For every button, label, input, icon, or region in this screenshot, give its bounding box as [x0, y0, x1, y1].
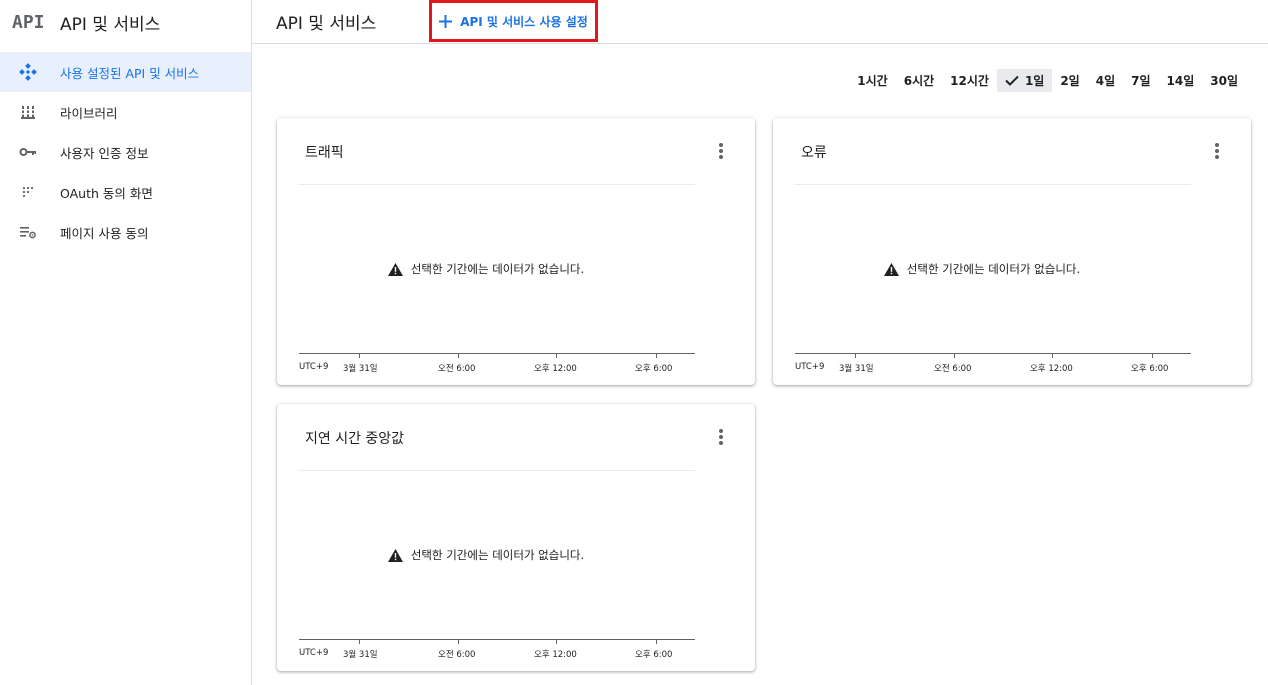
sidebar-item-oauth-consent[interactable]: OAuth 동의 화면 — [0, 172, 251, 212]
range-1d-label: 1일 — [1024, 74, 1045, 88]
warning-icon — [387, 548, 403, 562]
card-title: 트래픽 — [305, 145, 344, 161]
axis-tick — [556, 639, 557, 644]
range-14d[interactable]: 14일 — [1159, 69, 1203, 92]
enable-apis-button[interactable]: API 및 서비스 사용 설정 — [429, 0, 598, 42]
more-vert-icon[interactable] — [1209, 141, 1225, 161]
check-icon — [1005, 75, 1019, 86]
plus-icon — [439, 11, 453, 31]
axis-tick — [656, 353, 657, 358]
axis-label: 오후 12:00 — [1030, 364, 1073, 374]
sidebar: API API 및 서비스 사용 설정된 API 및 서비스 라이브러리 사용자… — [0, 0, 252, 685]
sidebar-nav: 사용 설정된 API 및 서비스 라이브러리 사용자 인증 정보 OAuth 동… — [0, 52, 251, 252]
axis-label: 오전 6:00 — [438, 364, 476, 374]
no-data-message: 선택한 기간에는 데이터가 없습니다. — [743, 261, 1221, 277]
range-1d[interactable]: 1일 — [996, 69, 1053, 92]
settings-list-icon — [18, 222, 38, 242]
card-title: 오류 — [801, 145, 827, 161]
sidebar-item-label: 사용 설정된 API 및 서비스 — [60, 65, 200, 81]
range-12h[interactable]: 12시간 — [942, 69, 997, 92]
range-2d[interactable]: 2일 — [1052, 69, 1087, 92]
axis-label: 3월 31일 — [343, 364, 378, 374]
axis-tick — [1052, 353, 1053, 358]
enable-apis-label: API 및 서비스 사용 설정 — [460, 14, 588, 29]
axis-label: 오후 6:00 — [1131, 364, 1169, 374]
warning-icon — [387, 262, 403, 276]
axis-label: 오후 6:00 — [635, 364, 673, 374]
time-range-selector: 1시간 6시간 12시간 1일 2일 4일 7일 14일 30일 — [849, 69, 1246, 92]
sidebar-item-page-usage-agreement[interactable]: 페이지 사용 동의 — [0, 212, 251, 252]
brand-header: API API 및 서비스 — [0, 0, 251, 44]
axis-tick — [458, 639, 459, 644]
sidebar-item-library[interactable]: 라이브러리 — [0, 92, 251, 132]
axis-tick — [458, 353, 459, 358]
axis-label: 오전 6:00 — [934, 364, 972, 374]
sidebar-item-label: 사용자 인증 정보 — [60, 145, 149, 161]
sidebar-item-enabled-apis[interactable]: 사용 설정된 API 및 서비스 — [0, 52, 251, 92]
main-content: API 및 서비스 API 및 서비스 사용 설정 1시간 6시간 12시간 1… — [252, 0, 1268, 685]
chart-top-border — [795, 184, 1191, 185]
axis-label: 오후 6:00 — [635, 650, 673, 660]
oauth-dots-icon — [18, 182, 38, 202]
no-data-message: 선택한 기간에는 데이터가 없습니다. — [247, 547, 725, 563]
page-title: API 및 서비스 — [276, 14, 377, 34]
axis-timezone: UTC+9 — [299, 362, 329, 372]
range-4d[interactable]: 4일 — [1088, 69, 1123, 92]
chart-top-border — [299, 184, 695, 185]
axis-label: 3월 31일 — [343, 650, 378, 660]
no-data-text: 선택한 기간에는 데이터가 없습니다. — [410, 548, 585, 562]
latency-card: 지연 시간 중앙값 선택한 기간에는 데이터가 없습니다. UTC+9 3월 3… — [277, 404, 755, 671]
range-30d[interactable]: 30일 — [1202, 69, 1246, 92]
page-header: API 및 서비스 API 및 서비스 사용 설정 — [252, 0, 1268, 44]
more-vert-icon[interactable] — [713, 427, 729, 447]
sidebar-item-credentials[interactable]: 사용자 인증 정보 — [0, 132, 251, 172]
range-7d[interactable]: 7일 — [1123, 69, 1158, 92]
axis-label: 오전 6:00 — [438, 650, 476, 660]
range-1h[interactable]: 1시간 — [849, 69, 895, 92]
errors-card: 오류 선택한 기간에는 데이터가 없습니다. UTC+9 3월 31일 오전 6… — [773, 118, 1251, 385]
axis-timezone: UTC+9 — [795, 362, 825, 372]
axis-label: 3월 31일 — [839, 364, 874, 374]
axis-tick — [359, 639, 360, 644]
no-data-text: 선택한 기간에는 데이터가 없습니다. — [410, 262, 585, 276]
sidebar-item-label: OAuth 동의 화면 — [60, 185, 153, 201]
axis-tick — [954, 353, 955, 358]
axis-label: 오후 12:00 — [534, 364, 577, 374]
axis-tick — [1152, 353, 1153, 358]
app-title: API 및 서비스 — [60, 14, 161, 35]
library-icon — [18, 102, 38, 122]
card-title: 지연 시간 중앙값 — [305, 431, 405, 447]
traffic-card: 트래픽 선택한 기간에는 데이터가 없습니다. UTC+9 3월 31일 오전 … — [277, 118, 755, 385]
no-data-text: 선택한 기간에는 데이터가 없습니다. — [906, 262, 1081, 276]
axis-timezone: UTC+9 — [299, 648, 329, 658]
axis-tick — [656, 639, 657, 644]
warning-icon — [883, 262, 899, 276]
no-data-message: 선택한 기간에는 데이터가 없습니다. — [247, 261, 725, 277]
chart-top-border — [299, 470, 695, 471]
sidebar-item-label: 라이브러리 — [60, 105, 118, 121]
axis-tick — [556, 353, 557, 358]
axis-label: 오후 12:00 — [534, 650, 577, 660]
axis-tick — [359, 353, 360, 358]
more-vert-icon[interactable] — [713, 141, 729, 161]
range-6h[interactable]: 6시간 — [896, 69, 942, 92]
sidebar-item-label: 페이지 사용 동의 — [60, 225, 149, 241]
api-diamond-icon — [18, 62, 38, 82]
api-logo: API — [12, 11, 45, 33]
axis-tick — [855, 353, 856, 358]
key-icon — [18, 142, 38, 162]
